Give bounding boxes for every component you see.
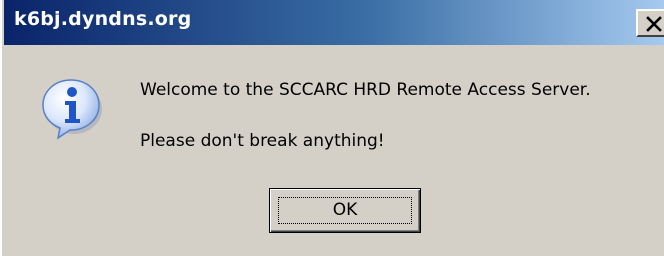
close-button[interactable] [636,9,664,37]
ok-button-label: OK [332,200,358,220]
ok-button[interactable]: OK [269,188,421,233]
title-bar[interactable]: k6bj.dyndns.org [4,0,664,45]
message-line-2: Please don't break anything! [140,131,385,151]
message-line-1: Welcome to the SCCARC HRD Remote Access … [140,80,591,100]
close-icon [646,16,662,32]
message-dialog: k6bj.dyndns.org Welcome to the SCCARC HR… [0,0,664,256]
info-icon [42,79,102,140]
window-title: k6bj.dyndns.org [14,8,192,30]
